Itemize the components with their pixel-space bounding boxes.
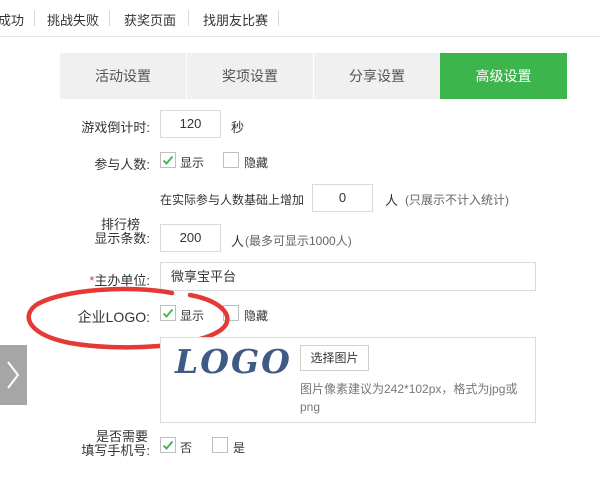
ranking-note: (最多可显示1000人) (245, 234, 352, 248)
tab-prize-settings[interactable]: 奖项设置 (187, 53, 313, 99)
phone-label-line2: 填写手机号: (81, 443, 150, 458)
tab-advanced-settings[interactable]: 高级设置 (440, 53, 567, 99)
participants-hide-checkbox[interactable] (223, 152, 239, 168)
phone-label-line1: 是否需要 (95, 429, 148, 444)
logo-upload-panel: LOGO 选择图片 图片像素建议为242*102px，格式为jpg或png (160, 337, 536, 423)
side-nav-button[interactable] (0, 345, 27, 405)
ranking-label-line1: 排行榜 (100, 217, 140, 232)
top-tab-fail[interactable]: 挑战失败 (47, 10, 99, 29)
participants-show-checkbox[interactable] (160, 152, 176, 168)
logo-hide-label: 隐藏 (244, 309, 269, 323)
countdown-unit: 秒 (231, 120, 245, 135)
participants-add-prefix: 在实际参与人数基础上增加 (160, 193, 305, 207)
participants-add-unit: 人 (385, 193, 399, 208)
countdown-input[interactable]: 120 (160, 110, 221, 138)
phone-label: 是否需要 填写手机号: (60, 430, 150, 458)
ranking-label: 排行榜 显示条数: (60, 218, 150, 246)
check-icon (162, 155, 174, 165)
tab-activity-settings[interactable]: 活动设置 (60, 53, 186, 99)
chevron-right-icon (7, 361, 20, 389)
participants-label: 参与人数: (94, 157, 150, 172)
phone-yes-label: 是 (233, 441, 246, 455)
participants-hide-label: 隐藏 (244, 156, 269, 170)
participants-add-note: (只展示不计入统计) (405, 193, 509, 207)
image-size-hint: 图片像素建议为242*102px，格式为jpg或png (300, 382, 518, 414)
top-tab-divider (278, 10, 279, 26)
ranking-unit: 人 (231, 234, 245, 249)
top-tab-friends[interactable]: 找朋友比赛 (203, 10, 268, 29)
top-tab-bar: 成功 挑战失败 获奖页面 找朋友比赛 (0, 0, 600, 37)
logo-preview: LOGO (175, 342, 292, 381)
phone-no-label: 否 (180, 441, 193, 455)
countdown-label: 游戏倒计时: (81, 120, 150, 135)
ranking-label-line2: 显示条数: (94, 231, 150, 246)
ranking-input[interactable]: 200 (160, 224, 221, 252)
top-tab-divider (109, 10, 110, 26)
phone-yes-checkbox[interactable] (212, 437, 228, 453)
top-tab-award[interactable]: 获奖页面 (124, 10, 176, 29)
top-tab-divider (188, 10, 189, 26)
phone-no-checkbox[interactable] (160, 437, 176, 453)
top-tab-success[interactable]: 成功 (0, 10, 24, 29)
participants-add-input[interactable]: 0 (312, 184, 373, 212)
participants-show-label: 显示 (180, 156, 205, 170)
top-tab-divider (34, 10, 35, 26)
check-icon (162, 440, 174, 450)
choose-image-button[interactable]: 选择图片 (300, 345, 369, 371)
tab-share-settings[interactable]: 分享设置 (314, 53, 440, 99)
